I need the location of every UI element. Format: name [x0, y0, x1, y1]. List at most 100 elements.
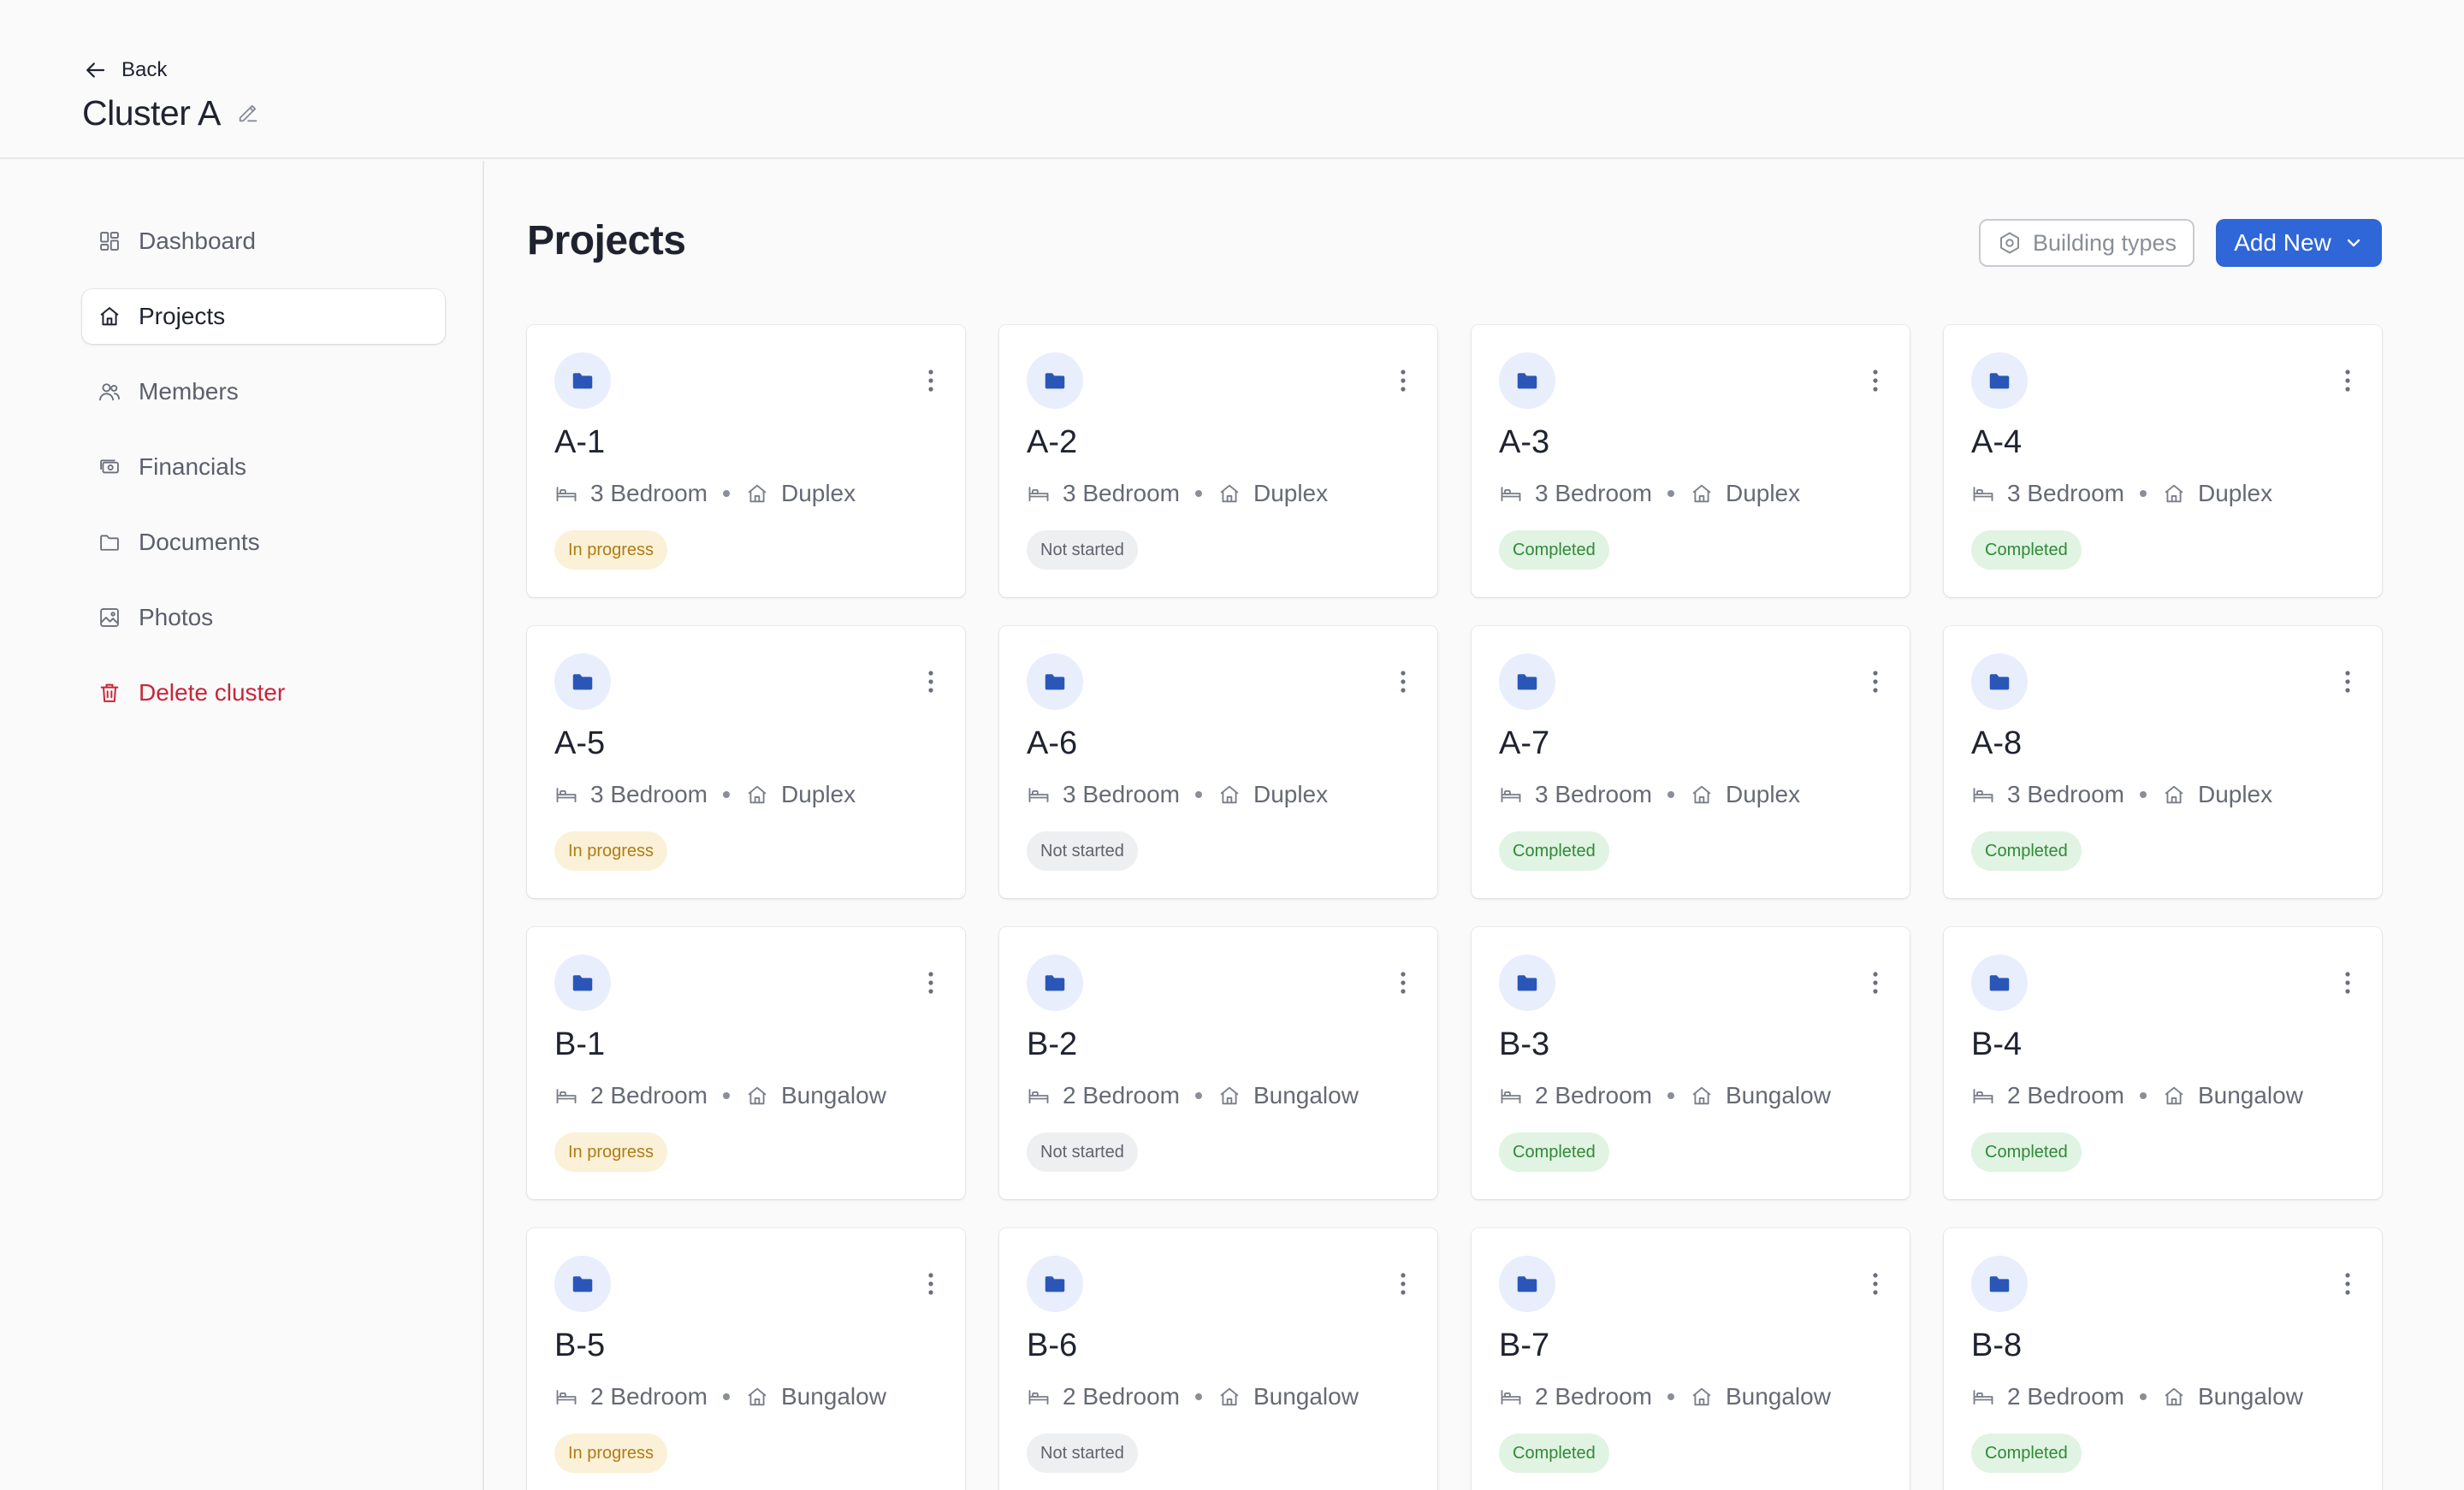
back-button[interactable]: Back	[82, 53, 167, 87]
sidebar-item-label: Photos	[139, 604, 214, 630]
project-folder-badge	[1499, 955, 1555, 1011]
house-icon	[1692, 484, 1711, 503]
project-folder-badge	[1499, 653, 1555, 710]
sidebar-item-label: Delete cluster	[139, 679, 286, 706]
card-menu-button[interactable]	[1867, 1269, 1884, 1298]
project-card[interactable]: B-1 2 Bedroom Bungalow In progress	[527, 927, 965, 1199]
sidebar-item-projects[interactable]: Projects	[82, 289, 445, 344]
project-card[interactable]: A-5 3 Bedroom Duplex In progress	[527, 626, 965, 898]
project-card[interactable]: A-2 3 Bedroom Duplex Not started	[999, 325, 1437, 597]
more-vertical-icon	[928, 370, 933, 392]
project-card[interactable]: B-7 2 Bedroom Bungalow Completed	[1472, 1228, 1910, 1490]
project-name: A-2	[1027, 424, 1078, 460]
project-meta: 2 Bedroom Bungalow	[1971, 1382, 2303, 1411]
project-name: B-3	[1499, 1026, 1550, 1062]
project-building-type: Bungalow	[780, 1383, 886, 1410]
bed-icon	[1028, 487, 1049, 502]
sidebar-item-dashboard[interactable]: Dashboard	[82, 214, 445, 269]
more-vertical-icon	[1401, 671, 1406, 693]
edit-title-button[interactable]	[236, 100, 262, 126]
sidebar-item-photos[interactable]: Photos	[82, 590, 445, 645]
meta-separator-dot	[722, 791, 730, 798]
project-card[interactable]: A-4 3 Bedroom Duplex Completed	[1944, 325, 2382, 597]
project-card[interactable]: B-2 2 Bedroom Bungalow Not started	[999, 927, 1437, 1199]
project-bedrooms: 2 Bedroom	[590, 1082, 708, 1109]
house-icon	[748, 484, 767, 503]
meta-separator-dot	[1194, 490, 1202, 497]
project-building-type: Bungalow	[2197, 1383, 2303, 1410]
project-name: A-7	[1499, 725, 1550, 761]
project-bedrooms: 2 Bedroom	[1535, 1383, 1652, 1410]
card-menu-button[interactable]	[922, 366, 939, 395]
house-icon	[2165, 785, 2183, 804]
hexagon-settings-icon	[1999, 232, 2019, 254]
project-name: A-4	[1971, 424, 2023, 460]
card-menu-button[interactable]	[1867, 968, 1884, 997]
project-folder-badge	[554, 653, 611, 710]
project-card[interactable]: B-3 2 Bedroom Bungalow Completed	[1472, 927, 1910, 1199]
status-badge: Not started	[1027, 1434, 1138, 1473]
sidebar-item-label: Members	[139, 378, 239, 405]
project-card[interactable]: A-3 3 Bedroom Duplex Completed	[1472, 325, 1910, 597]
status-badge: Completed	[1971, 530, 2082, 570]
more-vertical-icon	[928, 972, 933, 994]
card-menu-button[interactable]	[1867, 366, 1884, 395]
project-building-type: Duplex	[1725, 781, 1801, 807]
project-building-type: Bungalow	[780, 1082, 886, 1109]
status-badge: Completed	[1971, 831, 2082, 871]
meta-separator-dot	[1667, 490, 1674, 497]
add-new-button[interactable]: Add New	[2216, 219, 2382, 267]
more-vertical-icon	[2345, 671, 2350, 693]
folder-icon	[1517, 975, 1537, 991]
project-name: A-1	[554, 424, 606, 460]
building-types-label: Building types	[2032, 229, 2177, 256]
project-folder-badge	[554, 352, 611, 409]
project-bedrooms: 2 Bedroom	[1535, 1082, 1652, 1109]
building-types-button[interactable]: Building types	[1979, 219, 2194, 267]
bed-icon	[1501, 1089, 1521, 1104]
meta-separator-dot	[2139, 1393, 2147, 1400]
project-card[interactable]: B-5 2 Bedroom Bungalow In progress	[527, 1228, 965, 1490]
project-card[interactable]: B-8 2 Bedroom Bungalow Completed	[1944, 1228, 2382, 1490]
sidebar-item-documents[interactable]: Documents	[82, 515, 445, 570]
project-bedrooms: 2 Bedroom	[2007, 1082, 2124, 1109]
project-meta: 3 Bedroom Duplex	[1499, 780, 1800, 809]
house-icon	[1220, 484, 1239, 503]
sidebar-item-delete-cluster[interactable]: Delete cluster	[82, 665, 445, 720]
project-building-type: Duplex	[780, 480, 856, 506]
project-bedrooms: 2 Bedroom	[1063, 1082, 1180, 1109]
card-menu-button[interactable]	[1867, 667, 1884, 696]
project-building-type: Bungalow	[2197, 1082, 2303, 1109]
meta-separator-dot	[722, 1393, 730, 1400]
card-menu-button[interactable]	[2339, 366, 2356, 395]
card-menu-button[interactable]	[922, 968, 939, 997]
project-folder-badge	[1499, 352, 1555, 409]
card-menu-button[interactable]	[922, 1269, 939, 1298]
card-menu-button[interactable]	[2339, 968, 2356, 997]
bed-icon	[1501, 1390, 1521, 1405]
more-vertical-icon	[2345, 972, 2350, 994]
project-name: B-8	[1971, 1327, 2023, 1363]
card-menu-button[interactable]	[1395, 667, 1412, 696]
sidebar-item-members[interactable]: Members	[82, 364, 445, 419]
project-card[interactable]: A-7 3 Bedroom Duplex Completed	[1472, 626, 1910, 898]
card-menu-button[interactable]	[2339, 1269, 2356, 1298]
project-card[interactable]: A-8 3 Bedroom Duplex Completed	[1944, 626, 2382, 898]
project-bedrooms: 3 Bedroom	[590, 480, 708, 506]
house-icon	[748, 785, 767, 804]
house-icon	[1692, 785, 1711, 804]
project-card[interactable]: A-6 3 Bedroom Duplex Not started	[999, 626, 1437, 898]
page-header: Back Cluster A	[0, 0, 2464, 159]
project-card[interactable]: B-6 2 Bedroom Bungalow Not started	[999, 1228, 1437, 1490]
project-card[interactable]: B-4 2 Bedroom Bungalow Completed	[1944, 927, 2382, 1199]
main-content: Projects Building types Add New A-1 3 Be…	[486, 161, 2464, 1490]
project-card[interactable]: A-1 3 Bedroom Duplex In progress	[527, 325, 965, 597]
card-menu-button[interactable]	[1395, 1269, 1412, 1298]
sidebar-item-financials[interactable]: Financials	[82, 440, 445, 494]
card-menu-button[interactable]	[2339, 667, 2356, 696]
card-menu-button[interactable]	[922, 667, 939, 696]
more-vertical-icon	[2345, 370, 2350, 392]
card-menu-button[interactable]	[1395, 366, 1412, 395]
house-icon	[2165, 1086, 2183, 1105]
card-menu-button[interactable]	[1395, 968, 1412, 997]
